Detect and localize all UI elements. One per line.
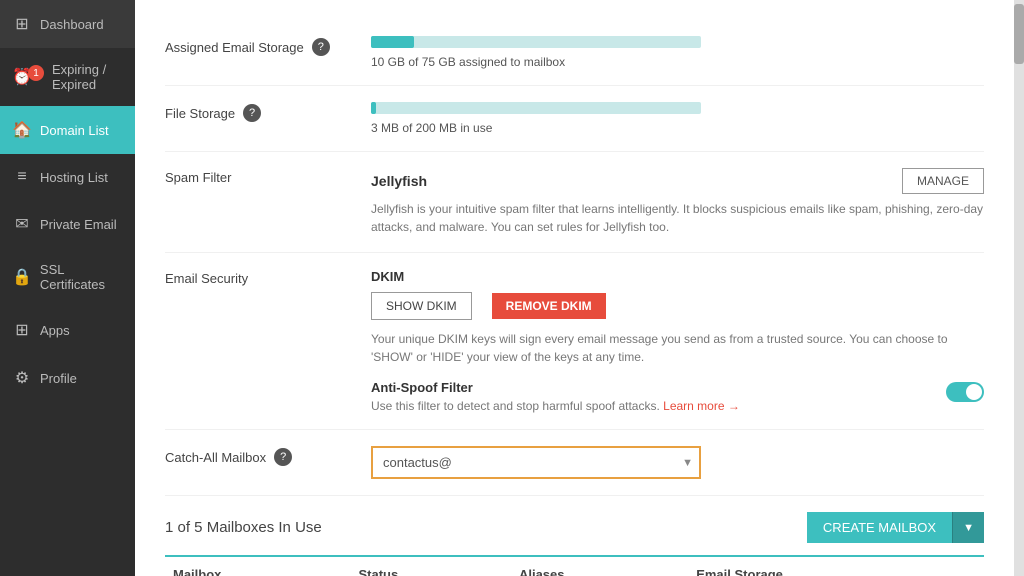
catch-all-select[interactable]: contactus@ [371, 446, 701, 479]
apps-icon: ⊞ [12, 320, 32, 340]
domain-icon: 🏠 [12, 120, 32, 140]
email-storage-progress-fill [371, 36, 414, 48]
dkim-buttons: SHOW DKIM REMOVE DKIM [371, 292, 984, 320]
sidebar-item-label: Expiring / Expired [52, 62, 123, 92]
sidebar-item-label: Dashboard [40, 17, 104, 32]
file-storage-progress-bar [371, 102, 701, 114]
profile-icon: ⚙ [12, 368, 32, 388]
dkim-desc: Your unique DKIM keys will sign every em… [371, 330, 984, 366]
create-mailbox-button-group: CREATE MAILBOX ▼ [807, 512, 984, 543]
sidebar-item-profile[interactable]: ⚙ Profile [0, 354, 135, 402]
sidebar-item-label: Hosting List [40, 170, 108, 185]
dashboard-icon: ⊞ [12, 14, 32, 34]
antispoof-toggle[interactable] [946, 382, 984, 402]
assigned-email-storage-label: Assigned Email Storage ? [165, 36, 355, 56]
file-storage-text: 3 MB of 200 MB in use [371, 121, 492, 135]
file-storage-help-icon[interactable]: ? [243, 104, 261, 122]
hosting-icon: ≡ [12, 168, 32, 186]
assigned-email-storage-row: Assigned Email Storage ? 10 GB of 75 GB … [165, 20, 984, 86]
email-security-content: DKIM SHOW DKIM REMOVE DKIM Your unique D… [371, 269, 984, 413]
toggle-knob [966, 384, 982, 400]
learn-more-link[interactable]: Learn more → [663, 399, 740, 413]
spam-filter-content: Jellyfish MANAGE Jellyfish is your intui… [371, 168, 984, 236]
sidebar-item-domain-list[interactable]: 🏠 Domain List [0, 106, 135, 154]
assigned-email-storage-content: 10 GB of 75 GB assigned to mailbox [371, 36, 984, 69]
email-icon: ✉ [12, 214, 32, 234]
spam-filter-desc: Jellyfish is your intuitive spam filter … [371, 200, 984, 236]
manage-button[interactable]: MANAGE [902, 168, 984, 194]
antispoof-row: Anti-Spoof Filter Use this filter to det… [371, 380, 984, 413]
antispoof-text: Anti-Spoof Filter Use this filter to det… [371, 380, 936, 413]
scrollbar[interactable] [1014, 0, 1024, 576]
sidebar-item-expiring[interactable]: ⏰ 1 Expiring / Expired [0, 48, 135, 106]
file-storage-row: File Storage ? 3 MB of 200 MB in use [165, 86, 984, 152]
file-storage-progress-fill [371, 102, 376, 114]
remove-dkim-button[interactable]: REMOVE DKIM [492, 293, 606, 319]
sidebar-item-ssl[interactable]: 🔒 SSL Certificates [0, 248, 135, 306]
mailbox-table: Mailbox Status Aliases Email Storage 0.0… [165, 555, 984, 576]
sidebar-item-label: Apps [40, 323, 70, 338]
catch-all-mailbox-row: Catch-All Mailbox ? contactus@ ▼ [165, 430, 984, 496]
dkim-title: DKIM [371, 269, 984, 284]
spam-filter-row: Spam Filter Jellyfish MANAGE Jellyfish i… [165, 152, 984, 253]
ssl-icon: 🔒 [12, 267, 32, 287]
file-storage-label: File Storage ? [165, 102, 355, 122]
create-mailbox-dropdown-button[interactable]: ▼ [952, 512, 984, 543]
expiring-icon-wrap: ⏰ 1 [12, 67, 44, 87]
col-mailbox: Mailbox [165, 556, 350, 576]
sidebar: ⊞ Dashboard ⏰ 1 Expiring / Expired 🏠 Dom… [0, 0, 135, 576]
file-storage-content: 3 MB of 200 MB in use [371, 102, 984, 135]
spam-filter-label: Spam Filter [165, 168, 355, 185]
col-aliases: Aliases [511, 556, 688, 576]
mailboxes-count: 1 of 5 Mailboxes In Use [165, 519, 322, 536]
scrollbar-thumb[interactable] [1014, 4, 1024, 64]
email-storage-text: 10 GB of 75 GB assigned to mailbox [371, 55, 565, 69]
catch-all-help-icon[interactable]: ? [274, 448, 292, 466]
sidebar-item-label: Private Email [40, 217, 117, 232]
catch-all-content: contactus@ ▼ [371, 446, 984, 479]
antispoof-desc: Use this filter to detect and stop harmf… [371, 399, 936, 413]
sidebar-item-hosting-list[interactable]: ≡ Hosting List [0, 154, 135, 200]
sidebar-item-label: Profile [40, 371, 77, 386]
spam-filter-header: Jellyfish MANAGE [371, 168, 984, 194]
email-storage-progress-bar [371, 36, 701, 48]
catch-all-select-wrap: contactus@ ▼ [371, 446, 701, 479]
create-mailbox-button[interactable]: CREATE MAILBOX [807, 512, 952, 543]
mailboxes-header: 1 of 5 Mailboxes In Use CREATE MAILBOX ▼ [165, 496, 984, 555]
show-dkim-button[interactable]: SHOW DKIM [371, 292, 472, 320]
expiring-badge: 1 [28, 65, 44, 81]
col-status: Status [350, 556, 511, 576]
sidebar-item-apps[interactable]: ⊞ Apps [0, 306, 135, 354]
main-content: Assigned Email Storage ? 10 GB of 75 GB … [135, 0, 1014, 576]
email-security-label: Email Security [165, 269, 355, 286]
sidebar-item-dashboard[interactable]: ⊞ Dashboard [0, 0, 135, 48]
catch-all-label: Catch-All Mailbox ? [165, 446, 355, 466]
sidebar-item-label: SSL Certificates [40, 262, 123, 292]
email-security-row: Email Security DKIM SHOW DKIM REMOVE DKI… [165, 253, 984, 430]
assigned-email-help-icon[interactable]: ? [312, 38, 330, 56]
sidebar-item-label: Domain List [40, 123, 109, 138]
sidebar-item-private-email[interactable]: ✉ Private Email [0, 200, 135, 248]
spam-filter-name: Jellyfish [371, 173, 427, 189]
antispoof-title: Anti-Spoof Filter [371, 380, 936, 395]
col-email-storage: Email Storage [688, 556, 984, 576]
